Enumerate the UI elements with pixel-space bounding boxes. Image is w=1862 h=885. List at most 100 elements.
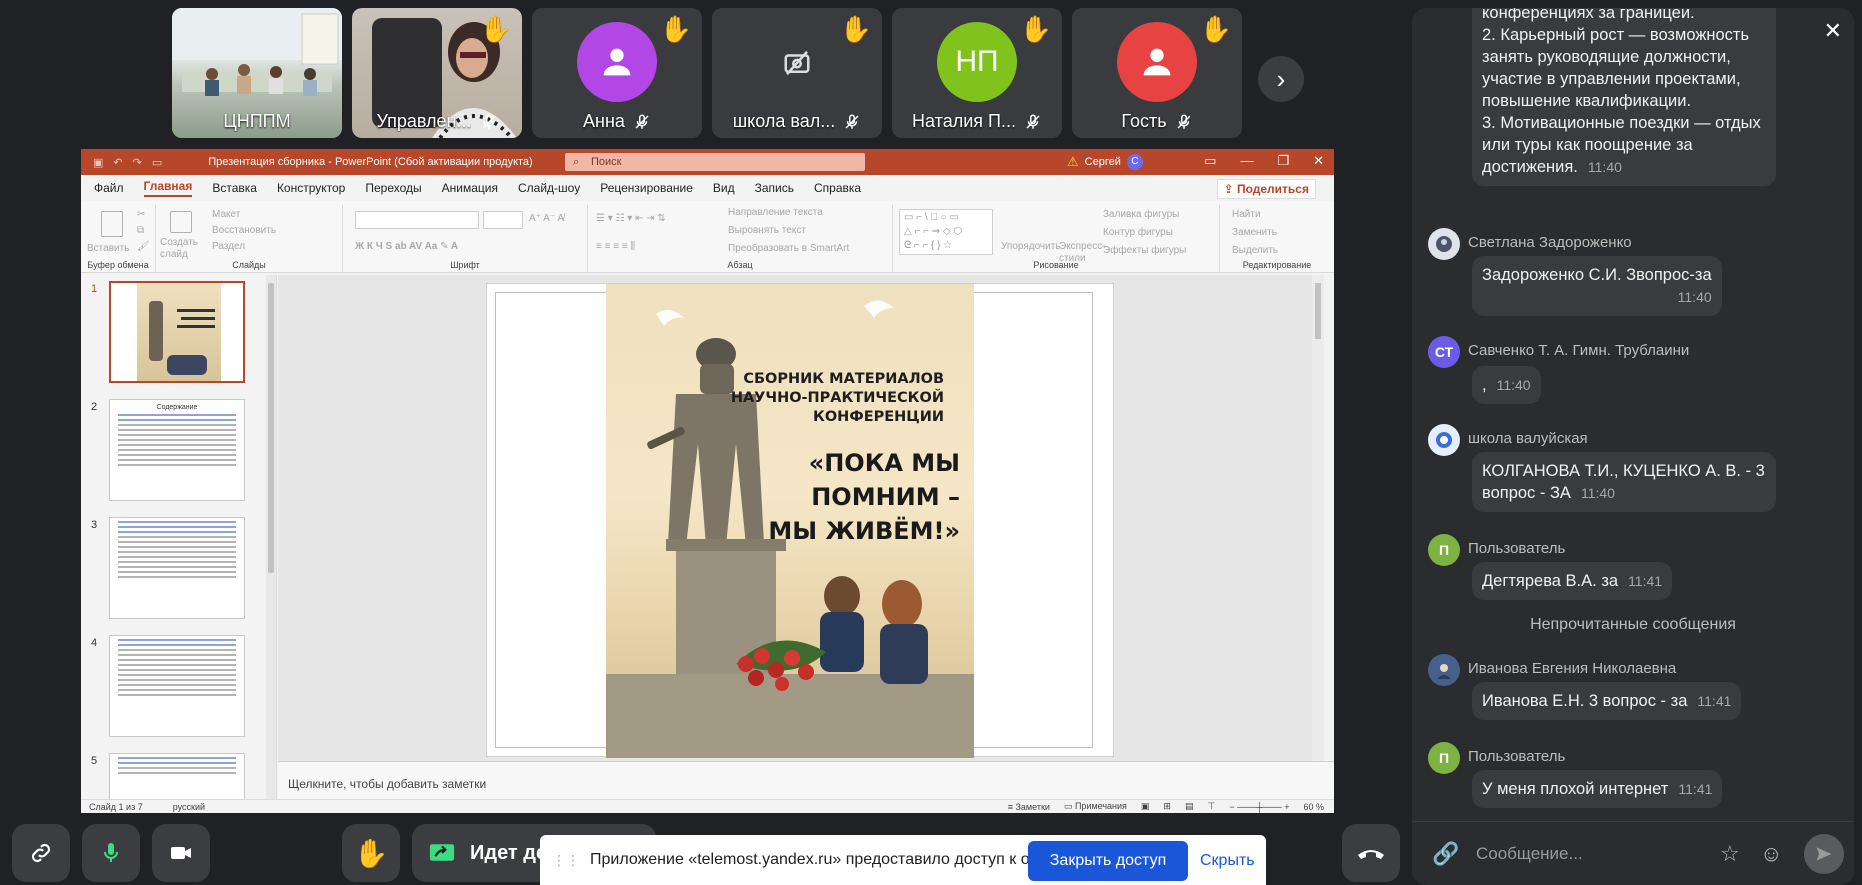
language-indicator[interactable]: русский — [173, 802, 205, 812]
find-button[interactable]: Найти — [1232, 209, 1261, 220]
text-direction-button[interactable]: Направление текста — [728, 207, 823, 218]
new-slide-button[interactable]: Создать слайд — [160, 237, 200, 261]
participant-tile-5[interactable]: ✋ Гость — [1072, 8, 1242, 138]
send-button[interactable] — [1804, 833, 1844, 874]
shape-outline-button[interactable]: Контур фигуры — [1103, 227, 1173, 238]
slide-scrollbar[interactable] — [1312, 275, 1324, 761]
share-button[interactable]: ⇪ Поделиться — [1216, 179, 1316, 199]
tab-transitions[interactable]: Переходы — [365, 181, 421, 195]
next-participants-button[interactable]: › — [1258, 56, 1304, 102]
scrollbar-thumb[interactable] — [1315, 283, 1321, 339]
layout-button[interactable]: Макет — [212, 209, 240, 220]
attach-icon[interactable]: 🔗 — [1432, 841, 1459, 867]
thumb-line — [118, 419, 236, 421]
tab-slideshow[interactable]: Слайд-шоу — [518, 181, 580, 195]
select-button[interactable]: Выделить — [1232, 245, 1278, 256]
thumb-line — [118, 649, 236, 651]
tab-record[interactable]: Запись — [755, 181, 794, 195]
tab-design[interactable]: Конструктор — [277, 181, 345, 195]
zoom-slider[interactable]: − ───┼─── + — [1229, 802, 1289, 812]
hang-up-button[interactable] — [1342, 824, 1400, 882]
notes-toggle[interactable]: ≡ Заметки — [1008, 802, 1050, 812]
replace-button[interactable]: Заменить — [1232, 227, 1277, 238]
close-icon[interactable]: ✕ — [1313, 153, 1324, 169]
format-painter-icon[interactable]: 🖌 — [137, 241, 150, 252]
new-slide-icon[interactable] — [170, 211, 192, 233]
undo-icon[interactable]: ↶ — [113, 156, 122, 169]
star-icon[interactable]: ☆ — [1720, 841, 1740, 867]
tab-insert[interactable]: Вставка — [212, 181, 257, 195]
paste-button[interactable]: Вставить — [87, 243, 129, 254]
normal-view-icon[interactable]: ▣ — [1141, 801, 1150, 812]
notes-placeholder: Щелкните, чтобы добавить заметки — [288, 777, 487, 791]
notes-pane[interactable]: Щелкните, чтобы добавить заметки — [278, 761, 1334, 802]
close-icon[interactable]: ✕ — [1824, 18, 1842, 44]
shapes-gallery[interactable]: ▭ ⌐ \ ⃞ ○ ▭ △ ⌐ ⌐ ⇒ ◇ ⬡ ᘓ ⌐ ⌐ { } ☆ — [899, 209, 993, 255]
drag-handle-icon[interactable]: ⋮⋮ — [552, 852, 580, 869]
font-family-select[interactable] — [355, 211, 479, 229]
scrollbar-thumb[interactable] — [268, 283, 274, 573]
current-slide[interactable]: СБОРНИК МАТЕРИАЛОВ НАУЧНО-ПРАКТИЧЕСКОЙ К… — [486, 283, 1114, 758]
cut-icon[interactable]: ✂ — [137, 209, 145, 220]
sorter-view-icon[interactable]: ⊞ — [1163, 801, 1171, 812]
save-icon[interactable]: ▣ — [93, 156, 103, 169]
participant-tile-4[interactable]: НП ✋ Наталия П... — [892, 8, 1062, 138]
shape-effects-button[interactable]: Эффекты фигуры — [1103, 245, 1186, 256]
shape-fill-button[interactable]: Заливка фигуры — [1103, 209, 1179, 220]
format-buttons[interactable]: Ж К Ч S ab AV Aa ✎ A — [355, 241, 458, 252]
participant-tile-3[interactable]: ✋ школа вал... — [712, 8, 882, 138]
reading-view-icon[interactable]: ▤ — [1185, 801, 1194, 812]
maximize-icon[interactable]: ❐ — [1277, 153, 1289, 169]
tab-review[interactable]: Рецензирование — [600, 181, 693, 195]
raise-hand-button[interactable]: ✋ — [342, 824, 400, 882]
thumb-line — [118, 454, 236, 456]
arrange-button[interactable]: Упорядочить — [1001, 241, 1061, 252]
slide-number: 2 — [91, 401, 98, 413]
slide-thumbnail-2[interactable]: Содержание — [109, 399, 245, 501]
slideshow-view-icon[interactable]: ⊤ — [1207, 801, 1215, 812]
camera-button[interactable] — [152, 824, 210, 882]
ppt-search-box[interactable]: ⌕ Поиск — [565, 153, 865, 171]
tab-view[interactable]: Вид — [713, 181, 735, 195]
thumbnail-scrollbar[interactable] — [266, 275, 276, 802]
redo-icon[interactable]: ↷ — [133, 156, 142, 169]
alignment-buttons[interactable]: ≡ ≡ ≡ ≡ ⫼ — [596, 241, 635, 252]
emoji-icon[interactable]: ☺ — [1760, 841, 1782, 867]
shared-powerpoint-window: ▣ ↶ ↷ ▭ Презентация сборника - PowerPoin… — [81, 149, 1334, 813]
reset-button[interactable]: Восстановить — [212, 225, 276, 236]
slide-thumbnail-1[interactable] — [109, 281, 245, 383]
stop-sharing-button[interactable]: Закрыть доступ — [1028, 841, 1188, 881]
tab-file[interactable]: Файл — [94, 181, 124, 195]
tab-animations[interactable]: Анимация — [442, 181, 498, 195]
participant-tile-1[interactable]: ✋ Управлен... — [352, 8, 522, 138]
minimize-icon[interactable]: — — [1240, 153, 1253, 169]
comments-toggle[interactable]: ▭ Примечания — [1064, 801, 1127, 812]
tab-home[interactable]: Главная — [143, 179, 193, 197]
microphone-button[interactable] — [82, 824, 140, 882]
slide-thumbnail-5[interactable] — [109, 753, 245, 802]
zoom-level[interactable]: 60 % — [1303, 802, 1324, 812]
thumb-line — [118, 664, 236, 666]
present-icon[interactable]: ▭ — [152, 156, 162, 169]
smartart-button[interactable]: Преобразовать в SmartArt — [728, 243, 849, 254]
hide-notice-button[interactable]: Скрыть — [1200, 841, 1255, 881]
message-input[interactable]: Сообщение... — [1476, 844, 1583, 864]
tab-help[interactable]: Справка — [814, 181, 861, 195]
avatar — [1428, 228, 1460, 260]
paste-icon[interactable] — [101, 211, 123, 237]
copy-icon[interactable]: ⧉ — [137, 225, 144, 236]
list-buttons[interactable]: ☰ ▾ ☷ ▾ ⇤ ⇥ ⇅ — [596, 213, 666, 224]
font-size-select[interactable] — [483, 211, 523, 229]
font-size-controls[interactable]: A⁺ A⁻ A̸ — [529, 213, 564, 224]
slide-thumbnail-4[interactable] — [109, 635, 245, 737]
shapes-icon: ᘓ ⌐ ⌐ { } ☆ — [904, 240, 953, 251]
ribbon-display-icon[interactable]: ▭ — [1204, 153, 1216, 169]
account-area[interactable]: ⚠ Сергей С — [1067, 154, 1143, 170]
participant-tile-0[interactable]: ЦНППМ — [172, 8, 342, 138]
section-button[interactable]: Раздел — [212, 241, 245, 252]
slide-thumbnail-3[interactable] — [109, 517, 245, 619]
align-text-button[interactable]: Выровнять текст — [728, 225, 806, 236]
participant-tile-2[interactable]: ✋ Анна — [532, 8, 702, 138]
copy-link-button[interactable] — [12, 824, 70, 882]
school-logo-icon — [1436, 432, 1452, 448]
